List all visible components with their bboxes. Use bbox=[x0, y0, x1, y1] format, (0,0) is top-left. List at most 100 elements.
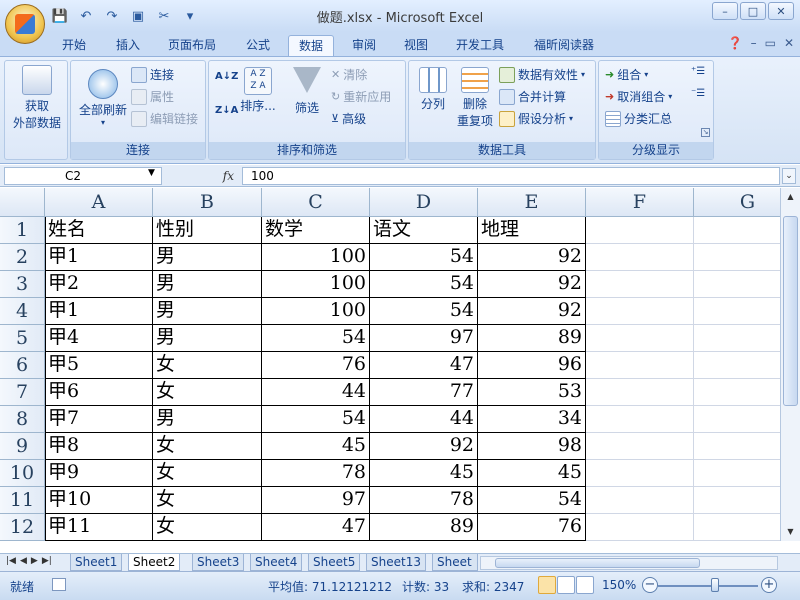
cell[interactable]: 男 bbox=[153, 271, 262, 298]
cell[interactable] bbox=[586, 487, 694, 514]
cell[interactable]: 甲9 bbox=[45, 460, 153, 487]
office-button[interactable] bbox=[5, 4, 45, 44]
maximize-button[interactable]: □ bbox=[740, 2, 766, 20]
cell[interactable]: 47 bbox=[262, 514, 370, 541]
cell[interactable] bbox=[586, 217, 694, 244]
cell[interactable] bbox=[586, 244, 694, 271]
cell[interactable]: 97 bbox=[262, 487, 370, 514]
ribbon-restore-icon[interactable]: ▭ bbox=[765, 36, 776, 50]
cell[interactable]: 甲8 bbox=[45, 433, 153, 460]
edit-links-button[interactable]: 编辑链接 bbox=[131, 110, 198, 127]
cell[interactable]: 100 bbox=[262, 298, 370, 325]
cell[interactable]: 76 bbox=[262, 352, 370, 379]
cell[interactable]: 54 bbox=[370, 298, 478, 325]
cell[interactable]: 44 bbox=[262, 379, 370, 406]
tab-insert[interactable]: 插入 bbox=[106, 35, 150, 56]
reapply-button[interactable]: ↻ 重新应用 bbox=[331, 88, 391, 105]
cell[interactable] bbox=[586, 298, 694, 325]
name-box[interactable]: C2 bbox=[4, 167, 162, 185]
cell[interactable] bbox=[586, 433, 694, 460]
row-header[interactable]: 3 bbox=[0, 271, 45, 298]
properties-button[interactable]: 属性 bbox=[131, 88, 174, 105]
filter-button[interactable]: 筛选 bbox=[287, 67, 327, 116]
cell[interactable]: 数学 bbox=[262, 217, 370, 244]
vertical-scrollbar[interactable]: ▲ ▼ bbox=[780, 188, 800, 541]
vertical-scroll-thumb[interactable] bbox=[783, 216, 798, 406]
cell[interactable]: 96 bbox=[478, 352, 586, 379]
tab-review[interactable]: 审阅 bbox=[342, 35, 386, 56]
cell[interactable]: 77 bbox=[370, 379, 478, 406]
cell[interactable]: 姓名 bbox=[45, 217, 153, 244]
tab-formulas[interactable]: 公式 bbox=[236, 35, 280, 56]
outline-dialog-launcher-icon[interactable]: ↘ bbox=[701, 128, 710, 137]
cell[interactable] bbox=[586, 325, 694, 352]
cell[interactable]: 女 bbox=[153, 433, 262, 460]
show-detail-icon[interactable]: ⁺☰ bbox=[691, 66, 705, 77]
ribbon-close-icon[interactable]: ✕ bbox=[784, 36, 794, 50]
name-box-dropdown-icon[interactable]: ▼ bbox=[148, 168, 155, 178]
first-sheet-icon[interactable]: |◀ bbox=[6, 556, 16, 566]
cell[interactable]: 98 bbox=[478, 433, 586, 460]
row-header[interactable]: 4 bbox=[0, 298, 45, 325]
tab-page-layout[interactable]: 页面布局 bbox=[158, 35, 226, 56]
cell[interactable]: 53 bbox=[478, 379, 586, 406]
cell[interactable]: 78 bbox=[262, 460, 370, 487]
zoom-slider-knob[interactable] bbox=[711, 578, 719, 592]
group-button[interactable]: ➜ 组合 ▾ bbox=[605, 66, 648, 83]
text-to-columns-button[interactable]: 分列 bbox=[415, 67, 451, 112]
insert-function-button[interactable]: fx bbox=[168, 167, 240, 185]
row-header[interactable]: 12 bbox=[0, 514, 45, 541]
sheet-tab-sheet3[interactable]: Sheet3 bbox=[192, 554, 245, 571]
column-header-c[interactable]: C bbox=[262, 188, 370, 217]
cell[interactable]: 89 bbox=[478, 325, 586, 352]
tab-home[interactable]: 开始 bbox=[52, 35, 96, 56]
tab-foxit-reader[interactable]: 福昕阅读器 bbox=[524, 35, 604, 56]
cell[interactable]: 92 bbox=[478, 271, 586, 298]
cell[interactable]: 甲10 bbox=[45, 487, 153, 514]
page-break-view-icon[interactable] bbox=[576, 576, 594, 594]
sheet-tab-sheet13[interactable]: Sheet13 bbox=[366, 554, 426, 571]
clear-filter-button[interactable]: ✕ 清除 bbox=[331, 66, 367, 83]
horizontal-scroll-thumb[interactable] bbox=[495, 558, 700, 568]
column-header-e[interactable]: E bbox=[478, 188, 586, 217]
row-header[interactable]: 2 bbox=[0, 244, 45, 271]
sheet-tab-sheet5[interactable]: Sheet5 bbox=[308, 554, 361, 571]
tab-developer[interactable]: 开发工具 bbox=[446, 35, 514, 56]
get-external-data-button[interactable]: 获取 外部数据 bbox=[11, 65, 63, 131]
cell[interactable] bbox=[586, 271, 694, 298]
row-header[interactable]: 1 bbox=[0, 217, 45, 244]
cell[interactable]: 100 bbox=[262, 271, 370, 298]
cell[interactable]: 54 bbox=[478, 487, 586, 514]
cell[interactable]: 97 bbox=[370, 325, 478, 352]
scroll-up-icon[interactable]: ▲ bbox=[783, 190, 798, 204]
cell[interactable]: 47 bbox=[370, 352, 478, 379]
advanced-filter-button[interactable]: ⊻ 高级 bbox=[331, 110, 366, 127]
cell[interactable] bbox=[586, 514, 694, 541]
cell[interactable]: 44 bbox=[370, 406, 478, 433]
help-icon[interactable]: ❓ bbox=[728, 36, 743, 50]
sort-za-button[interactable]: Z↓A bbox=[215, 105, 238, 116]
sheet-tab-partial[interactable]: Sheet bbox=[432, 554, 478, 571]
worksheet-grid[interactable]: A B C D E F G 1 姓名 性别 数学 语文 地理 2 甲1 男 100 54 92 3 甲2 男… bbox=[0, 188, 800, 541]
row-header[interactable]: 7 bbox=[0, 379, 45, 406]
column-header-b[interactable]: B bbox=[153, 188, 262, 217]
cell[interactable]: 女 bbox=[153, 379, 262, 406]
formula-input[interactable]: 100 bbox=[242, 167, 780, 185]
minimize-button[interactable]: – bbox=[712, 2, 738, 20]
cell[interactable]: 100 bbox=[262, 244, 370, 271]
data-validation-button[interactable]: 数据有效性 ▾ bbox=[499, 66, 585, 83]
select-all-button[interactable] bbox=[0, 188, 45, 217]
sort-az-button[interactable]: A↓Z bbox=[215, 71, 238, 82]
column-header-d[interactable]: D bbox=[370, 188, 478, 217]
hide-detail-icon[interactable]: ⁻☰ bbox=[691, 88, 705, 99]
cell[interactable]: 男 bbox=[153, 298, 262, 325]
column-header-f[interactable]: F bbox=[586, 188, 694, 217]
cell[interactable]: 甲6 bbox=[45, 379, 153, 406]
cell[interactable] bbox=[586, 379, 694, 406]
cell[interactable]: 92 bbox=[478, 244, 586, 271]
cell[interactable]: 女 bbox=[153, 487, 262, 514]
cell[interactable]: 甲2 bbox=[45, 271, 153, 298]
cell[interactable]: 地理 bbox=[478, 217, 586, 244]
row-header[interactable]: 8 bbox=[0, 406, 45, 433]
cell[interactable]: 45 bbox=[262, 433, 370, 460]
